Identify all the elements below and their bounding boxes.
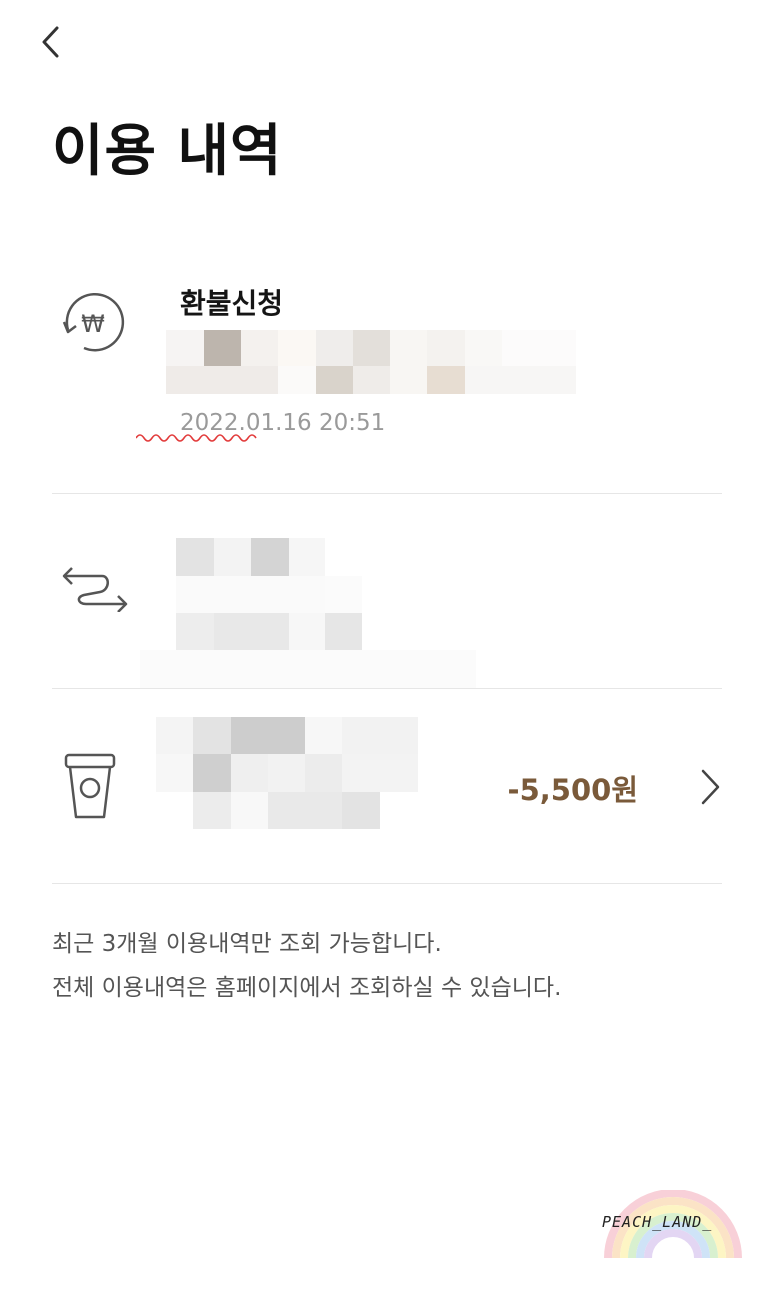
notice-line-2: 전체 이용내역은 홈페이지에서 조회하실 수 있습니다. [52,975,562,1001]
redacted-detail [166,330,576,394]
history-item-refund[interactable]: ₩ 환불신청 2022.01.16 20:51 [52,262,722,494]
history-item-purchase[interactable]: -5,500원 [52,689,722,884]
chevron-right-icon[interactable] [698,765,722,809]
spellcheck-underline [136,434,257,442]
history-item-transfer[interactable] [52,494,722,689]
back-button[interactable] [30,20,74,64]
won-refund-icon: ₩ [62,292,125,352]
svg-text:₩: ₩ [81,310,105,338]
history-item-title: 환불신청 [180,287,284,320]
chevron-left-icon [42,26,59,58]
redacted-detail [140,538,476,688]
history-item-amount: -5,500원 [507,773,638,807]
redacted-detail [156,717,418,829]
watermark-text: PEACH_LAND_ [602,1213,713,1231]
history-notice: 최근 3개월 이용내역만 조회 가능합니다. 전체 이용내역은 홈페이지에서 조… [52,922,561,1010]
page-title: 이용 내역 [52,119,283,184]
coffee-cup-icon [64,753,116,819]
notice-line-1: 최근 3개월 이용내역만 조회 가능합니다. [52,931,442,957]
transfer-arrows-icon [62,567,128,612]
